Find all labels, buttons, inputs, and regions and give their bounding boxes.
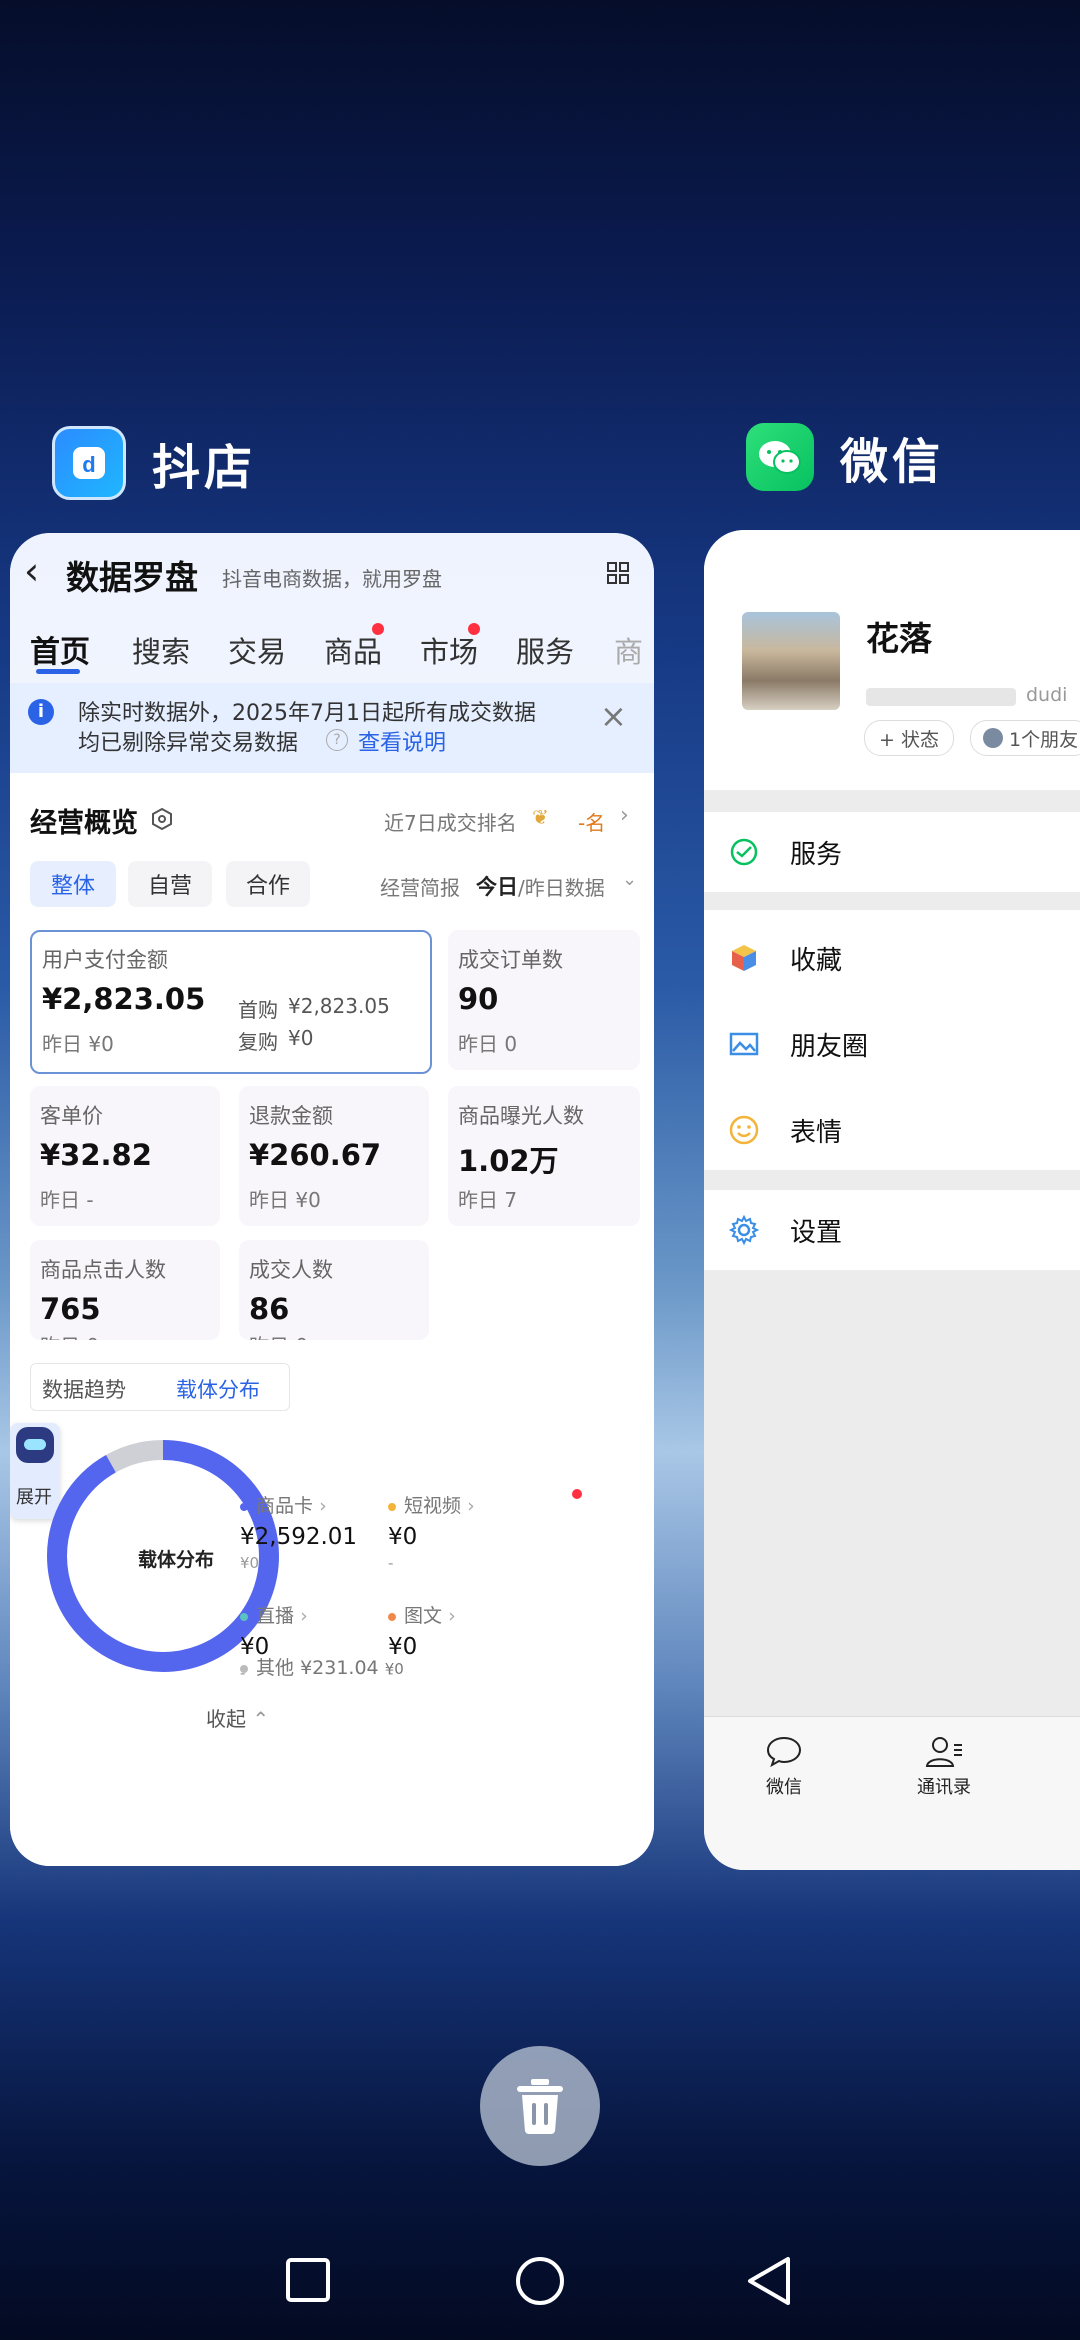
overview-title: 经营概览	[30, 808, 138, 839]
wechat-settings-section: 设置	[704, 1190, 1080, 1270]
menu-settings[interactable]: 设置	[704, 1190, 1080, 1270]
tab-more[interactable]: 商	[614, 629, 643, 671]
wechat-profile-section[interactable]: 花落 dudi	[704, 530, 1080, 710]
menu-stickers[interactable]: 表情	[704, 1090, 1080, 1170]
report-label: 经营简报	[380, 876, 460, 900]
stickers-smile-icon	[729, 1115, 759, 1145]
profile-name: 花落	[866, 619, 932, 658]
service-icon	[730, 838, 758, 866]
tab-search[interactable]: 搜索	[132, 629, 190, 671]
page-title: 数据罗盘	[66, 558, 198, 597]
overview-settings-icon[interactable]	[150, 807, 174, 831]
tab-goods[interactable]: 商品	[324, 629, 382, 671]
doudian-app-header[interactable]: d 抖店	[52, 426, 256, 500]
short-video-badge	[572, 1489, 582, 1499]
menu-moments[interactable]: 朋友圈	[704, 1004, 1080, 1084]
report-today[interactable]: 今日	[476, 871, 518, 901]
metric-exposure[interactable]: 商品曝光人数 1.02万 昨日 7	[448, 1086, 640, 1226]
metric-refund[interactable]: 退款金额 ¥260.67 昨日 ¥0	[239, 1086, 429, 1226]
square-icon	[286, 2258, 330, 2302]
wechat-app-icon[interactable]	[746, 423, 814, 491]
chevron-right-icon: ›	[620, 803, 629, 828]
metric-buyers[interactable]: 成交人数 86 昨日 0	[239, 1240, 429, 1340]
page-subtitle: 抖音电商数据，就用罗盘	[222, 567, 442, 591]
rank-laurel-icon: ❦	[532, 805, 549, 829]
notice-line2: 均已剔除异常交易数据	[78, 731, 299, 756]
metric-clicks[interactable]: 商品点击人数 765 昨日 0	[30, 1240, 220, 1340]
tab-goods-badge	[372, 623, 384, 635]
metric-orders[interactable]: 成交订单数 90 昨日 0	[448, 930, 640, 1070]
back-triangle-icon	[748, 2257, 790, 2305]
recents-square-button[interactable]	[284, 2256, 332, 2304]
donut-center-label: 载体分布	[138, 1549, 215, 1571]
legend-short-video[interactable]: 短视频 › ¥0-	[388, 1491, 475, 1572]
tab-bar-contacts[interactable]: 通讯录	[904, 1735, 984, 1799]
help-icon: ?	[326, 729, 348, 751]
wechat-app-header[interactable]: 微信	[746, 422, 944, 492]
friends-button[interactable]: 1个朋友	[970, 720, 1080, 756]
tab-market[interactable]: 市场	[420, 629, 478, 671]
friend-avatar-icon	[983, 728, 1003, 748]
trash-icon	[517, 2079, 563, 2134]
tab-carrier[interactable]: 载体分布	[176, 1374, 260, 1404]
notice-link[interactable]: 查看说明	[358, 725, 446, 757]
svg-text:d: d	[82, 452, 95, 477]
back-triangle-button[interactable]	[744, 2254, 794, 2308]
profile-id-suffix: dudi	[1026, 684, 1068, 706]
legend-other: 其他 ¥231.04 ¥0	[240, 1653, 404, 1680]
rank-text[interactable]: 近7日成交排名	[384, 807, 517, 836]
avatar[interactable]	[742, 612, 840, 710]
filter-coop[interactable]: 合作	[226, 861, 310, 907]
tab-home[interactable]: 首页	[30, 627, 90, 671]
moments-image-icon	[729, 1032, 759, 1056]
metric-avg-price[interactable]: 客单价 ¥32.82 昨日 -	[30, 1086, 220, 1226]
wechat-service-section: 服务	[704, 812, 1080, 892]
chat-bubble-icon	[766, 1736, 802, 1768]
info-icon: i	[28, 699, 54, 725]
status-button[interactable]: + 状态	[864, 720, 954, 756]
filter-self[interactable]: 自营	[128, 861, 212, 907]
wechat-app-name: 微信	[840, 434, 945, 490]
back-icon[interactable]: ‹	[24, 549, 39, 593]
tab-market-badge	[468, 623, 480, 635]
home-circle-button[interactable]	[514, 2255, 566, 2307]
favorites-cube-icon	[732, 945, 756, 971]
chevron-down-icon: ⌄	[622, 869, 638, 890]
chevron-up-icon: ⌃	[252, 1707, 270, 1731]
wechat-features-section: 收藏 朋友圈 表情	[704, 910, 1080, 1170]
close-notice-icon[interactable]: ×	[600, 697, 627, 735]
filter-all[interactable]: 整体	[30, 861, 116, 907]
tab-bar-chats[interactable]: 微信	[744, 1735, 824, 1799]
tab-home-underline	[36, 669, 80, 674]
doudian-app-name: 抖店	[152, 440, 257, 496]
clear-all-button[interactable]	[480, 2046, 600, 2166]
tab-trade[interactable]: 交易	[228, 629, 286, 671]
menu-service[interactable]: 服务	[704, 812, 1080, 892]
tab-trend[interactable]: 数据趋势	[42, 1374, 126, 1404]
menu-favorites[interactable]: 收藏	[704, 918, 1080, 998]
wechat-tab-bar: 微信 通讯录	[704, 1716, 1080, 1870]
profile-id-blurred	[866, 688, 1016, 706]
notice-banner: i 除实时数据外，2025年7月1日起所有成交数据 均已剔除异常交易数据 ? 查…	[10, 683, 654, 773]
wechat-status-row: + 状态 1个朋友	[704, 710, 1080, 790]
grid-menu-icon[interactable]	[606, 561, 630, 585]
settings-gear-icon	[728, 1214, 760, 1246]
legend-goods-card[interactable]: 商品卡 › ¥2,592.01 ¥0	[240, 1491, 357, 1572]
doudian-recent-card[interactable]: ‹ 数据罗盘 抖音电商数据，就用罗盘 首页 搜索 交易 商品 市场 服务 商 i…	[10, 533, 654, 1866]
collapse-button[interactable]: 收起 ⌃	[206, 1703, 269, 1732]
wechat-recent-card[interactable]: 花落 dudi + 状态 1个朋友 服务 收藏 朋友圈 表情 设置 微信 通讯录	[704, 530, 1080, 1870]
report-rest[interactable]: /昨日数据	[518, 872, 605, 901]
circle-icon	[516, 2257, 564, 2305]
notice-line1: 除实时数据外，2025年7月1日起所有成交数据	[78, 701, 536, 726]
rank-value: -名	[578, 811, 606, 835]
metric-payment[interactable]: 用户支付金额 ¥2,823.05 昨日 ¥0 首购 ¥2,823.05 复购 ¥…	[30, 930, 432, 1074]
doudian-app-icon[interactable]: d	[52, 426, 126, 500]
tab-service[interactable]: 服务	[516, 629, 574, 671]
contacts-icon	[925, 1737, 962, 1767]
